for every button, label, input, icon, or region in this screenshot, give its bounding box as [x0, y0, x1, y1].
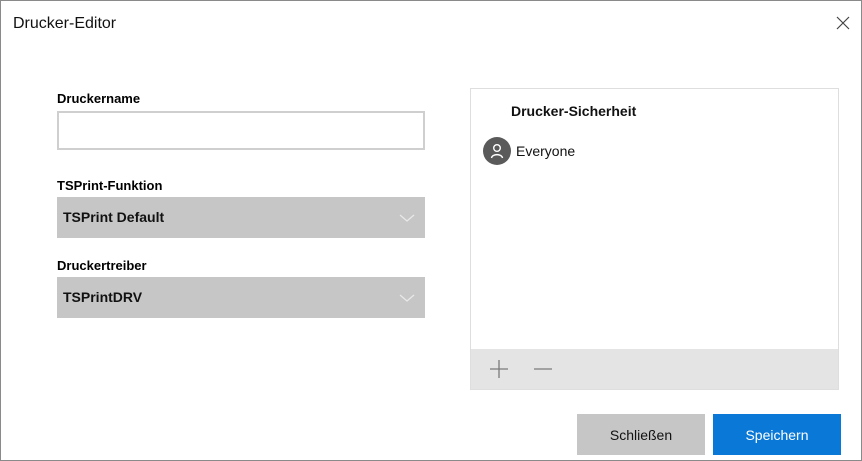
function-select-value: TSPrint Default	[63, 209, 165, 225]
plus-icon[interactable]	[485, 355, 513, 383]
printer-name-input[interactable]	[57, 111, 425, 150]
close-icon[interactable]	[831, 11, 855, 35]
function-label: TSPrint-Funktion	[57, 178, 163, 193]
dialog-title: Drucker-Editor	[13, 15, 117, 32]
driver-select-value: TSPrintDRV	[63, 289, 143, 305]
printer-name-label: Druckername	[57, 91, 141, 106]
security-panel-title: Drucker-Sicherheit	[511, 103, 637, 119]
security-toolbar	[471, 349, 838, 389]
close-button[interactable]: Schließen	[577, 414, 705, 455]
minus-icon[interactable]	[529, 355, 557, 383]
driver-select[interactable]: TSPrintDRV	[57, 277, 425, 318]
chevron-down-icon	[399, 211, 415, 223]
user-icon	[483, 137, 511, 165]
chevron-down-icon	[399, 291, 415, 303]
driver-label: Druckertreiber	[57, 258, 147, 273]
list-item-everyone[interactable]: Everyone	[483, 137, 575, 165]
save-button[interactable]: Speichern	[713, 414, 841, 455]
function-select[interactable]: TSPrint Default	[57, 197, 425, 238]
printer-editor-dialog: Drucker-Editor Druckername TSPrint-Funkt…	[0, 0, 862, 461]
security-panel: Drucker-Sicherheit Everyone	[470, 88, 839, 390]
user-label: Everyone	[516, 143, 576, 159]
